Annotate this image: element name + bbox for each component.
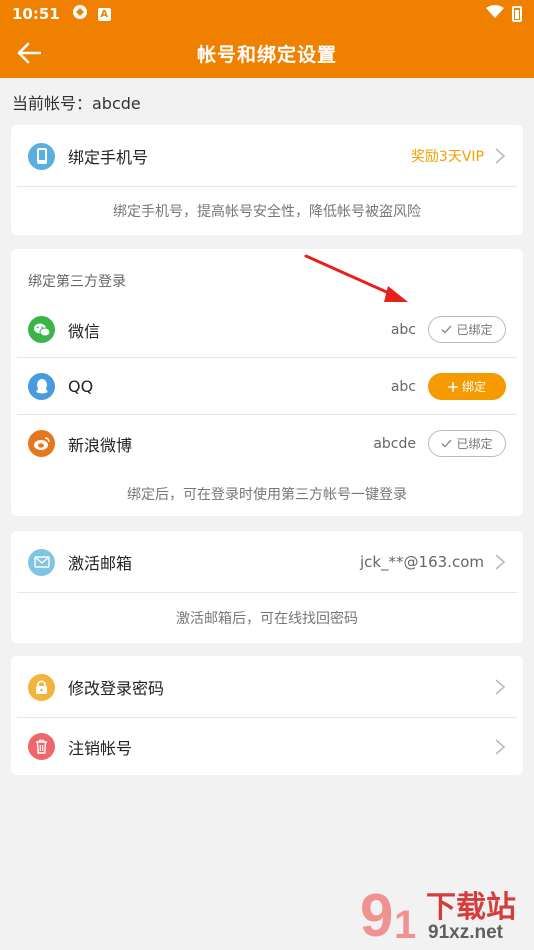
bind-phone-row[interactable]: 绑定手机号 奖励3天VIP [11, 125, 523, 187]
plus-icon [447, 381, 458, 392]
back-button[interactable] [14, 38, 44, 68]
check-icon [442, 325, 452, 334]
wechat-right: abc 已绑定 [391, 316, 506, 343]
app-bar: 帐号和绑定设置 [0, 28, 534, 78]
change-password-right [484, 678, 506, 696]
qq-bind-button[interactable]: 绑定 [428, 373, 506, 400]
phone-card: 绑定手机号 奖励3天VIP 绑定手机号，提高帐号安全性，降低帐号被盗风险 [11, 125, 523, 235]
security-card: 修改登录密码 注销帐号 [11, 656, 523, 775]
arrow-left-icon [17, 42, 41, 64]
weibo-right: abcde 已绑定 [373, 430, 506, 457]
status-time: 10:51 [12, 5, 60, 23]
wechat-row: 微信 abc 已绑定 [11, 301, 523, 358]
page-title: 帐号和绑定设置 [196, 43, 337, 66]
a-icon: A [97, 7, 111, 21]
email-card: 激活邮箱 jck_**@163.com 激活邮箱后，可在线找回密码 [11, 531, 523, 643]
wechat-value: abc [390, 321, 416, 338]
email-hint: 激活邮箱后，可在线找回密码 [176, 611, 358, 627]
activate-email-right: jck_**@163.com [360, 553, 506, 571]
activate-email-row[interactable]: 激活邮箱 jck_**@163.com [11, 531, 523, 593]
chevron-right-icon [495, 554, 506, 570]
battery-icon [512, 6, 522, 22]
watermark-domain: 91xz.net [428, 922, 503, 943]
vip-reward-text: 奖励3天VIP [410, 149, 484, 165]
weibo-value: abcde [373, 435, 416, 452]
svg-text:9: 9 [360, 882, 393, 948]
change-password-label: 修改登录密码 [68, 679, 165, 698]
change-password-row[interactable]: 修改登录密码 [11, 656, 523, 718]
check-icon [442, 439, 452, 448]
status-right [486, 5, 522, 23]
bind-phone-label: 绑定手机号 [68, 148, 149, 167]
wifi-icon [486, 5, 504, 23]
delete-account-row[interactable]: 注销帐号 [11, 718, 523, 775]
status-bar: 10:51 A [0, 0, 534, 28]
wechat-bound-label: 已绑定 [456, 323, 493, 337]
watermark-brand: 下载站 [426, 891, 516, 924]
phone-hint: 绑定手机号，提高帐号安全性，降低帐号被盗风险 [113, 204, 421, 220]
activate-email-label: 激活邮箱 [68, 554, 133, 573]
third-party-card: 绑定第三方登录 微信 abc 已绑定 QQ abc 绑定 新浪微博 abcde … [11, 249, 523, 516]
weibo-bound-button[interactable]: 已绑定 [428, 430, 506, 457]
svg-text:1: 1 [394, 903, 416, 947]
weibo-label: 新浪微博 [68, 435, 133, 455]
bind-phone-right: 奖励3天VIP [411, 146, 506, 166]
current-account: 当前帐号：abcde [12, 94, 141, 113]
wechat-icon [28, 316, 55, 343]
chevron-right-icon [495, 738, 506, 755]
sync-icon [72, 4, 88, 24]
mail-icon [28, 548, 55, 576]
weibo-bound-label: 已绑定 [456, 437, 493, 451]
qq-bind-label: 绑定 [461, 380, 486, 394]
weibo-icon [28, 430, 55, 457]
third-party-title: 绑定第三方登录 [28, 274, 126, 290]
third-party-hint: 绑定后，可在登录时使用第三方帐号一键登录 [127, 487, 407, 503]
email-value: jck_**@163.com [359, 553, 484, 571]
trash-icon [28, 733, 55, 760]
delete-account-right [484, 738, 506, 756]
qq-value: abc [390, 378, 416, 395]
chevron-right-icon [495, 679, 506, 695]
phone-icon [28, 142, 55, 170]
watermark-logo-icon: 9 1 [360, 882, 416, 948]
annotation-arrow-icon [304, 254, 408, 302]
wechat-label: 微信 [68, 321, 101, 341]
lock-icon [28, 673, 55, 701]
qq-row: QQ abc 绑定 [11, 358, 523, 415]
delete-account-label: 注销帐号 [68, 738, 133, 758]
weibo-row: 新浪微博 abcde 已绑定 [11, 415, 523, 472]
qq-label: QQ [68, 377, 94, 396]
qq-right: abc 绑定 [391, 373, 506, 400]
wechat-bound-button[interactable]: 已绑定 [428, 316, 506, 343]
watermark: 9 1 下载站 91xz.net [360, 878, 530, 948]
chevron-right-icon [495, 148, 506, 164]
qq-icon [28, 373, 55, 400]
